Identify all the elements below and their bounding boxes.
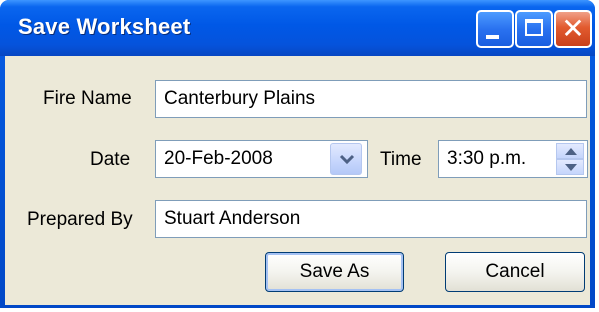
time-decrement-button[interactable]: [556, 159, 584, 175]
time-increment-button[interactable]: [556, 143, 584, 159]
prepared-by-field[interactable]: Stuart Anderson: [155, 200, 587, 238]
spin-up-icon: [565, 148, 577, 155]
date-value: 20-Feb-2008: [164, 148, 273, 169]
maximize-icon: [525, 19, 543, 36]
time-value: 3:30 p.m.: [447, 148, 527, 169]
date-dropdown-button[interactable]: [330, 143, 362, 175]
dialog-body: Fire Name Canterbury Plains Date 20-Feb-…: [5, 56, 590, 305]
fire-name-field[interactable]: Canterbury Plains: [155, 80, 587, 118]
time-spinner[interactable]: [556, 143, 584, 175]
spin-down-icon: [565, 164, 577, 171]
minimize-button[interactable]: [476, 10, 514, 48]
fire-name-label: Fire Name: [43, 88, 132, 109]
minimize-icon: [486, 35, 499, 39]
prepared-by-label: Prepared By: [27, 209, 133, 230]
date-label: Date: [90, 149, 131, 170]
close-icon: ✕: [561, 12, 585, 45]
window-title: Save Worksheet: [18, 14, 191, 39]
chevron-down-icon: [339, 154, 355, 165]
title-bar[interactable]: Save Worksheet ✕: [0, 0, 595, 56]
maximize-button[interactable]: [515, 10, 553, 48]
cancel-button[interactable]: Cancel: [445, 252, 585, 292]
time-label: Time: [380, 149, 422, 170]
save-worksheet-dialog: Save Worksheet ✕ Fire Name Canterbury Pl…: [0, 0, 595, 308]
close-button[interactable]: ✕: [554, 10, 592, 48]
save-as-button[interactable]: Save As: [265, 252, 404, 292]
